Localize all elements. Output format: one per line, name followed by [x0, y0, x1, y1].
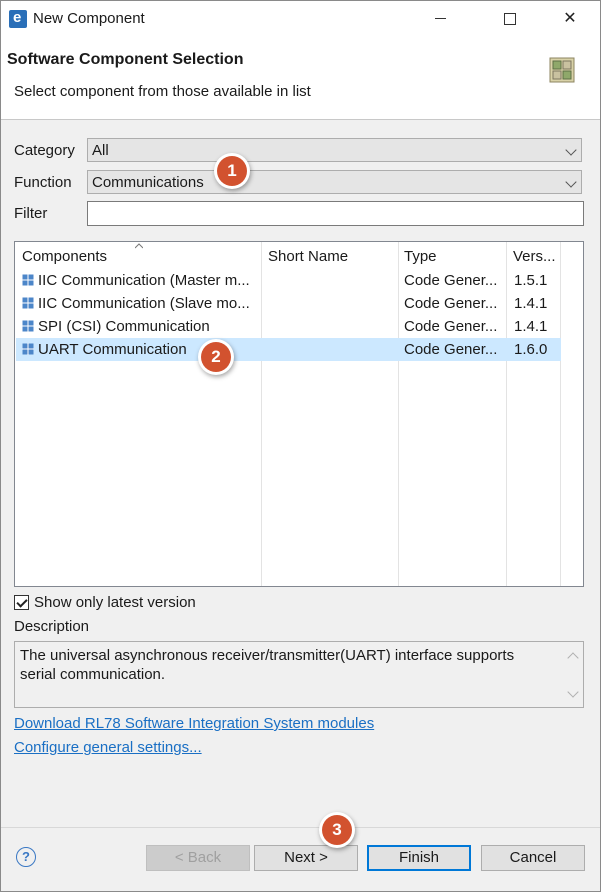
step-marker-3: 3: [322, 815, 352, 845]
component-icon: [22, 274, 34, 286]
column-header-version[interactable]: Vers...: [513, 248, 556, 265]
table-row[interactable]: IIC Communication (Slave mo... Code Gene…: [16, 292, 561, 315]
column-header-type[interactable]: Type: [404, 248, 437, 265]
show-latest-version-checkbox[interactable]: [14, 595, 29, 610]
close-button[interactable]: ✕: [547, 1, 593, 37]
step-marker-2: 2: [201, 342, 231, 372]
table-row[interactable]: SPI (CSI) Communication Code Gener... 1.…: [16, 315, 561, 338]
maximize-icon: [504, 12, 516, 25]
page-subtitle: Select component from those available in…: [14, 83, 311, 100]
cell-type: Code Gener...: [404, 272, 498, 289]
category-select[interactable]: All: [87, 138, 582, 162]
cell-component: IIC Communication (Slave mo...: [38, 295, 250, 312]
cell-version: 1.6.0: [514, 341, 548, 358]
window-title: New Component: [33, 10, 145, 27]
cell-version: 1.4.1: [514, 295, 548, 312]
close-icon: ✕: [563, 10, 577, 27]
category-label: Category: [14, 142, 75, 159]
configure-settings-link[interactable]: Configure general settings...: [14, 739, 202, 756]
description-text: The universal asynchronous receiver/tran…: [20, 647, 515, 683]
component-grid-icon: [549, 57, 575, 83]
step-marker-1: 1: [217, 156, 247, 186]
title-bar: New Component ✕: [1, 1, 600, 37]
filter-input[interactable]: [87, 201, 584, 226]
table-row-selected[interactable]: UART Communication Code Gener... 1.6.0: [16, 338, 561, 361]
sort-ascending-icon: [135, 243, 143, 249]
minimize-button[interactable]: [417, 1, 463, 37]
description-label: Description: [14, 618, 90, 635]
category-value: All: [92, 142, 109, 159]
function-value: Communications: [92, 174, 204, 191]
scroll-up-icon[interactable]: [567, 652, 579, 664]
cell-type: Code Gener...: [404, 295, 498, 312]
button-bar-separator: [1, 827, 600, 828]
scroll-down-icon[interactable]: [567, 686, 579, 698]
show-latest-version-label[interactable]: Show only latest version: [34, 594, 196, 611]
chevron-down-icon: [565, 144, 577, 156]
component-icon: [22, 297, 34, 309]
page-title: Software Component Selection: [7, 51, 244, 68]
filter-label: Filter: [14, 205, 48, 222]
cell-component: SPI (CSI) Communication: [38, 318, 210, 335]
back-button[interactable]: < Back: [146, 845, 250, 871]
component-icon: [22, 320, 34, 332]
column-header-short-name[interactable]: Short Name: [268, 248, 348, 265]
download-modules-link[interactable]: Download RL78 Software Integration Syste…: [14, 715, 374, 732]
cancel-button[interactable]: Cancel: [481, 845, 585, 871]
next-button[interactable]: Next >: [254, 845, 358, 871]
cell-type: Code Gener...: [404, 341, 498, 358]
dialog-header: Software Component Selection Select comp…: [1, 37, 600, 120]
cell-version: 1.4.1: [514, 318, 548, 335]
components-table: Components Short Name Type Vers... IIC C…: [14, 241, 584, 587]
cell-type: Code Gener...: [404, 318, 498, 335]
chevron-down-icon: [565, 176, 577, 188]
component-icon: [22, 343, 34, 355]
cell-version: 1.5.1: [514, 272, 548, 289]
column-header-components[interactable]: Components: [22, 248, 107, 265]
maximize-button[interactable]: [487, 1, 533, 37]
description-box[interactable]: The universal asynchronous receiver/tran…: [14, 641, 584, 708]
minimize-icon: [434, 18, 446, 20]
help-icon[interactable]: ?: [16, 847, 36, 867]
e2studio-app-icon: [9, 9, 27, 28]
table-row[interactable]: IIC Communication (Master m... Code Gene…: [16, 269, 561, 292]
finish-button[interactable]: Finish: [367, 845, 471, 871]
function-label: Function: [14, 174, 72, 191]
new-component-dialog: New Component ✕ Software Component Selec…: [0, 0, 601, 892]
function-select[interactable]: Communications: [87, 170, 582, 194]
cell-component: IIC Communication (Master m...: [38, 272, 250, 289]
